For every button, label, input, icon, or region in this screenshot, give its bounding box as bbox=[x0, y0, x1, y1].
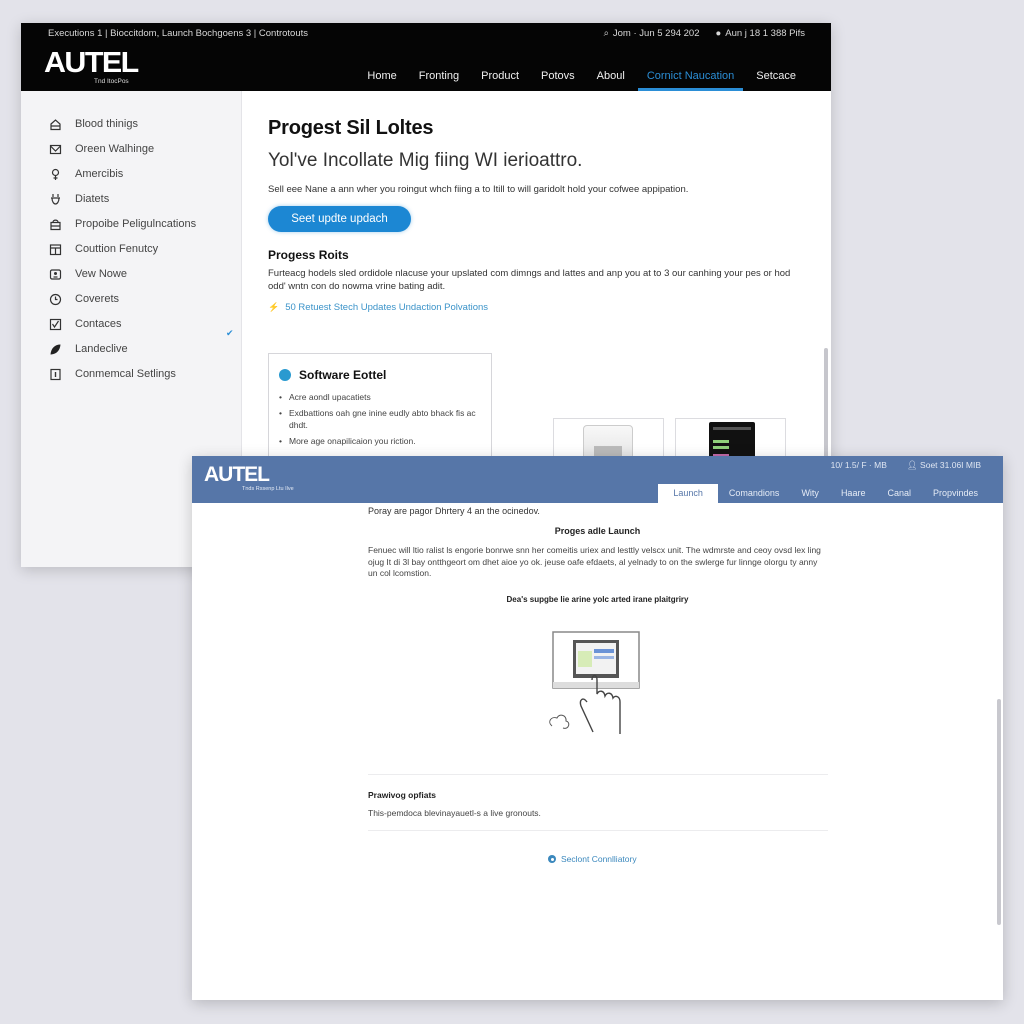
page-title: Progest Sil Loltes bbox=[268, 117, 434, 139]
nav-about[interactable]: Aboul bbox=[586, 67, 636, 91]
check-icon: ✔ bbox=[226, 328, 234, 338]
shield-icon: ● bbox=[715, 28, 722, 39]
touchscreen-illustration bbox=[549, 631, 640, 734]
tab-canal[interactable]: Canal bbox=[876, 484, 922, 503]
divider bbox=[368, 774, 828, 775]
sidebar-item-vew-nowe[interactable]: Vew Nowe bbox=[48, 267, 127, 281]
front-header-status: 10/ 1.5/ F · MB 👤︎ Soet 31.06I MIB bbox=[831, 460, 981, 471]
header-status: ⌕ Jom · Jun 5 294 202 ● Aun j 18 1 388 P… bbox=[604, 28, 805, 39]
bolt-icon: ⚡ bbox=[268, 302, 280, 312]
search-icon: ⌕ bbox=[603, 28, 609, 39]
logo-tagline-front: Tnds Rssenp Ltu Ilve bbox=[242, 486, 294, 492]
sidebar-item-contaces[interactable]: Contaces bbox=[48, 317, 121, 331]
options-text: This-pemdoca blevinayauetl-s a live gron… bbox=[368, 808, 541, 818]
sidebar-item-oreen-walhinge[interactable]: Oreen Walhinge bbox=[48, 142, 154, 156]
status-user: 👤︎ Soet 31.06I MIB bbox=[906, 460, 981, 470]
help-icon bbox=[48, 167, 62, 181]
tab-propvindes[interactable]: Propvindes bbox=[922, 484, 989, 503]
tab-launch[interactable]: Launch bbox=[658, 484, 718, 503]
sidebar-item-couttion[interactable]: Couttion Fenutcy bbox=[48, 242, 158, 256]
screen-panel-green bbox=[578, 651, 592, 667]
sidebar-item-propoibe[interactable]: Propoibe Peligulncations bbox=[48, 217, 196, 231]
user-icon: 👤︎ bbox=[906, 460, 918, 470]
section-text: Furteacg hodels sled ordidole nlacuse yo… bbox=[268, 268, 791, 292]
autel-logo-front[interactable]: AUTEL bbox=[204, 463, 270, 487]
logo-tagline: Tnd ItocPos bbox=[94, 78, 129, 85]
sidebar-item-conmemcal-settings[interactable]: Conmemcal Setlings bbox=[48, 367, 176, 381]
secondary-link[interactable]: Seclont Connlliatory bbox=[548, 854, 637, 864]
card-bullets: Acre aondl upacatiets Exdbattions oah gn… bbox=[279, 391, 484, 451]
screen-bar-blue bbox=[594, 649, 614, 653]
main-nav: Home Fronting Product Potovs Aboul Corni… bbox=[356, 67, 807, 91]
software-card: Software Eottel Acre aondl upacatiets Ex… bbox=[268, 353, 492, 473]
section-title: Progess Roits bbox=[268, 248, 349, 262]
status-storage: 10/ 1.5/ F · MB bbox=[830, 460, 887, 470]
divider bbox=[368, 830, 828, 831]
monitor-bezel bbox=[553, 682, 639, 688]
clock-icon bbox=[48, 292, 62, 306]
nav-home[interactable]: Home bbox=[356, 67, 407, 91]
page-description: Sell eee Nane a ann wher you roingut whc… bbox=[268, 184, 689, 195]
plug-icon bbox=[48, 192, 62, 206]
info-circle-icon bbox=[548, 855, 556, 863]
gear-doodle bbox=[549, 714, 570, 729]
nav-product[interactable]: Product bbox=[470, 67, 530, 91]
launch-paragraph: Fenuec will ltio ralist ls engorie bonrw… bbox=[368, 545, 821, 578]
top-links[interactable]: Executions 1 | Bioccitdom, Launch Bochgo… bbox=[48, 28, 308, 39]
status-date: ⌕ Jom · Jun 5 294 202 bbox=[603, 28, 700, 39]
sidebar-item-coverets[interactable]: Coverets bbox=[48, 292, 119, 306]
sidebar-item-amercibis[interactable]: Amercibis bbox=[48, 167, 123, 181]
updates-link[interactable]: ⚡ 50 Retuest Stech Updates Undaction Pol… bbox=[268, 302, 488, 313]
card-bullet: Exdbattions oah gne inine eudly abto bha… bbox=[279, 407, 484, 431]
sidebar-item-blood-things[interactable]: Blood thinigs bbox=[48, 117, 138, 131]
sidebar-item-diatets[interactable]: Diatets bbox=[48, 192, 109, 206]
front-window-scrollbar[interactable] bbox=[997, 699, 1001, 925]
contact-card-icon bbox=[48, 267, 62, 281]
info-icon bbox=[48, 367, 62, 381]
software-info-icon bbox=[279, 369, 291, 381]
tab-comandions[interactable]: Comandions bbox=[718, 484, 791, 503]
tab-haare[interactable]: Haare bbox=[830, 484, 877, 503]
front-window: AUTEL Tnds Rssenp Ltu Ilve 10/ 1.5/ F · … bbox=[192, 456, 1003, 1000]
card-header: Software Eottel bbox=[279, 368, 386, 382]
illustration-caption: Dea's supgbe lie arine yolc arted irane … bbox=[506, 595, 689, 604]
top-header: Executions 1 | Bioccitdom, Launch Bochgo… bbox=[21, 23, 831, 91]
sidebar-item-landeclive[interactable]: Landeclive bbox=[48, 342, 128, 356]
nav-contact-navigation[interactable]: Cornict Naucation bbox=[636, 67, 745, 91]
bag-icon bbox=[48, 217, 62, 231]
home-icon bbox=[48, 117, 62, 131]
page-subtitle: Yol've Incollate Mig fiing WI ierioattro… bbox=[268, 150, 583, 171]
nav-settings[interactable]: Setcace bbox=[745, 67, 807, 91]
front-nav: Launch Comandions Wity Haare Canal Propv… bbox=[658, 484, 989, 503]
mail-icon bbox=[48, 142, 62, 156]
launch-heading: Proges adle Launch bbox=[554, 526, 641, 536]
status-account: ● Aun j 18 1 388 Pifs bbox=[715, 28, 806, 39]
calendar-icon bbox=[48, 242, 62, 256]
nav-potovs[interactable]: Potovs bbox=[530, 67, 586, 91]
front-header: AUTEL Tnds Rssenp Ltu Ilve 10/ 1.5/ F · … bbox=[192, 456, 1003, 503]
card-bullet: Acre aondl upacatiets bbox=[279, 391, 484, 403]
checklist-icon bbox=[48, 317, 62, 331]
options-title: Prawivog opfiats bbox=[368, 790, 437, 800]
intro-text: Poray are pagor Dhrtery 4 an the ocinedo… bbox=[368, 506, 540, 516]
card-bullet: More age onapilicaion you riction. bbox=[279, 435, 484, 447]
leaf-icon bbox=[48, 342, 62, 356]
screen-bar-blue-light bbox=[594, 656, 614, 659]
tab-wity[interactable]: Wity bbox=[790, 484, 830, 503]
start-update-button[interactable]: Seet updte updach bbox=[268, 206, 411, 232]
nav-fronting[interactable]: Fronting bbox=[408, 67, 470, 91]
autel-logo[interactable]: AUTEL bbox=[44, 49, 139, 78]
